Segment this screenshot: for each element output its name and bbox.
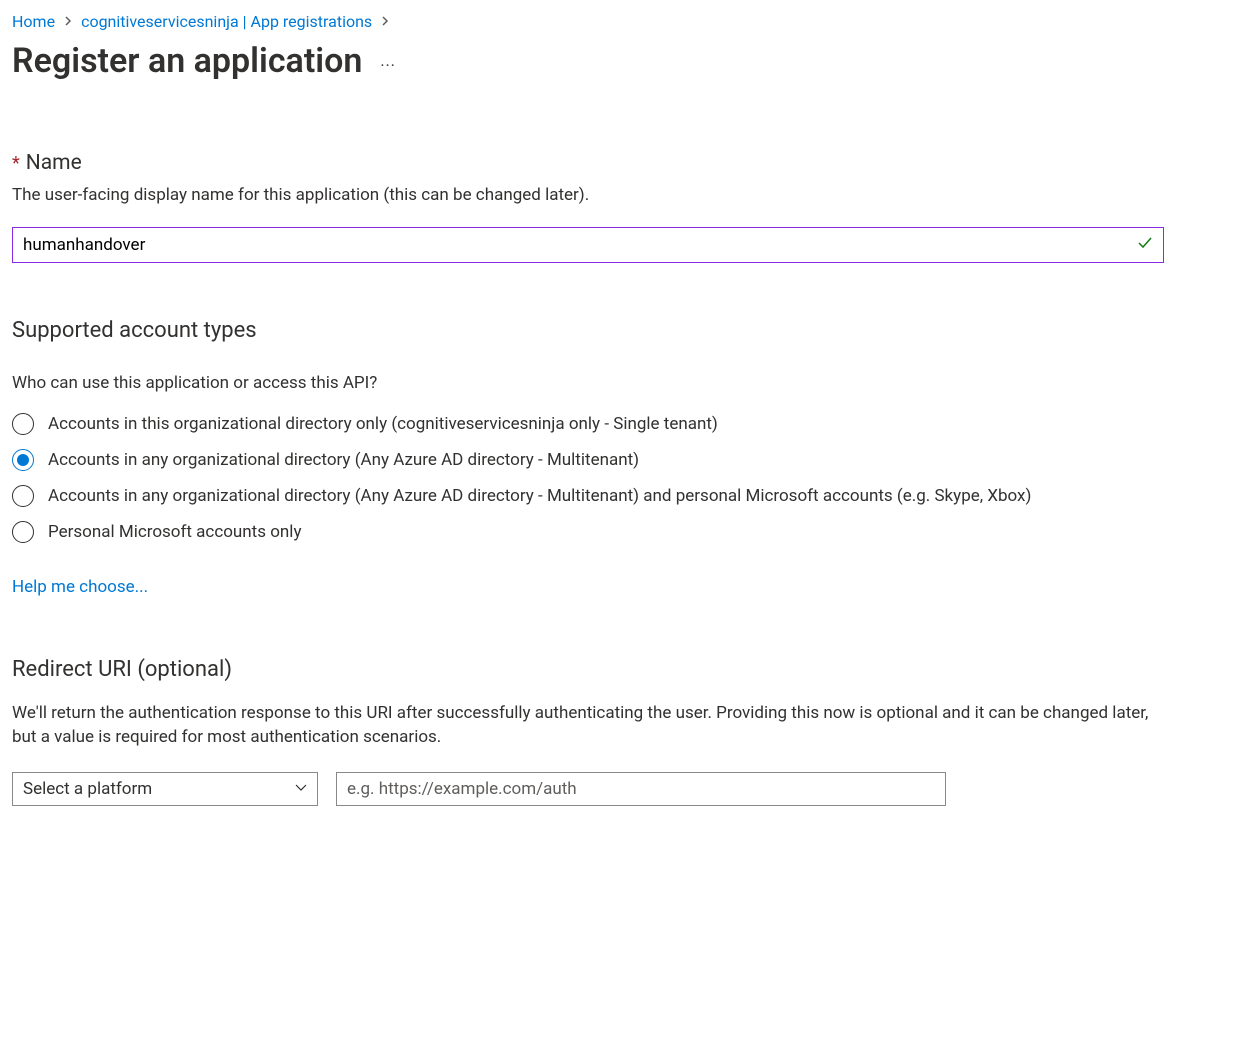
radio-label: Accounts in this organizational director…: [48, 414, 718, 434]
supported-account-types-question: Who can use this application or access t…: [12, 373, 1224, 393]
account-type-multitenant-personal[interactable]: Accounts in any organizational directory…: [12, 485, 1224, 507]
name-input[interactable]: [12, 227, 1164, 263]
radio-icon: [12, 485, 34, 507]
radio-dot-icon: [17, 454, 29, 466]
radio-label: Accounts in any organizational directory…: [48, 486, 1031, 506]
radio-icon: [12, 449, 34, 471]
account-type-personal-only[interactable]: Personal Microsoft accounts only: [12, 521, 1224, 543]
radio-label: Personal Microsoft accounts only: [48, 522, 301, 542]
redirect-uri-heading: Redirect URI (optional): [12, 657, 1224, 682]
platform-select-wrapper: Select a platform: [12, 772, 318, 806]
help-me-choose-link[interactable]: Help me choose...: [12, 577, 148, 597]
breadcrumb-app-registrations[interactable]: cognitiveservicesninja | App registratio…: [81, 12, 372, 31]
chevron-right-icon: [380, 14, 390, 30]
radio-icon: [12, 521, 34, 543]
name-label-row: * Name: [12, 151, 1224, 175]
radio-icon: [12, 413, 34, 435]
redirect-uri-description: We'll return the authentication response…: [12, 702, 1152, 750]
name-label: Name: [26, 151, 82, 175]
breadcrumb: Home cognitiveservicesninja | App regist…: [12, 12, 1224, 31]
required-asterisk-icon: *: [12, 153, 20, 174]
platform-select[interactable]: Select a platform: [12, 772, 318, 806]
more-actions-button[interactable]: ···: [380, 48, 396, 75]
redirect-uri-input[interactable]: [336, 772, 946, 806]
account-type-radio-group: Accounts in this organizational director…: [12, 413, 1224, 543]
check-icon: [1136, 234, 1154, 256]
page-title-row: Register an application ···: [12, 41, 1224, 81]
supported-account-types-heading: Supported account types: [12, 318, 1224, 343]
radio-label: Accounts in any organizational directory…: [48, 450, 639, 470]
redirect-uri-row: Select a platform: [12, 772, 1224, 806]
account-type-single-tenant[interactable]: Accounts in this organizational director…: [12, 413, 1224, 435]
name-input-wrapper: [12, 227, 1164, 263]
account-type-multitenant[interactable]: Accounts in any organizational directory…: [12, 449, 1224, 471]
chevron-right-icon: [63, 14, 73, 30]
name-description: The user-facing display name for this ap…: [12, 185, 1224, 205]
page-title: Register an application: [12, 41, 362, 81]
breadcrumb-home[interactable]: Home: [12, 12, 55, 31]
